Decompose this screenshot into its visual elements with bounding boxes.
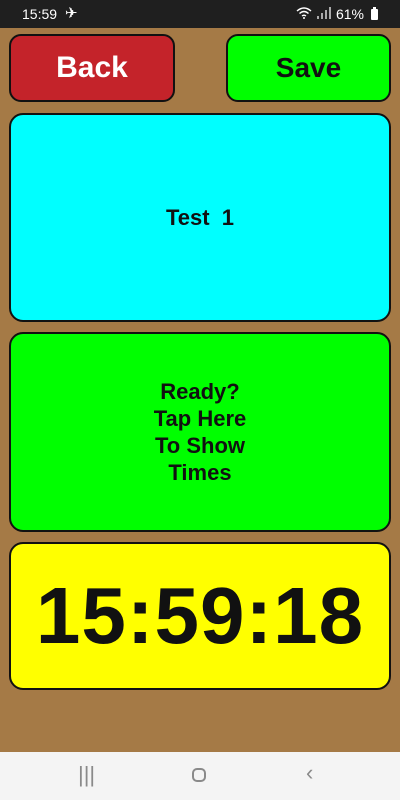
- test-panel[interactable]: Test 1: [9, 113, 391, 322]
- battery-icon: [371, 6, 378, 20]
- wifi-icon: [296, 6, 312, 22]
- navigation-bar: ||| ‹: [0, 752, 400, 800]
- show-times-button[interactable]: Ready? Tap Here To Show Times: [9, 332, 391, 532]
- status-time: 15:59: [22, 6, 58, 22]
- battery-percentage: 61%: [335, 6, 364, 22]
- back-button[interactable]: Back: [9, 34, 175, 102]
- back-button-label: Back: [56, 51, 128, 84]
- status-indicators: 61%: [296, 6, 378, 22]
- home-icon[interactable]: [192, 768, 206, 782]
- clock-time: 15:59:18: [35, 571, 365, 660]
- signal-icon: [316, 6, 331, 22]
- airplane-icon: ✈: [65, 5, 78, 22]
- back-icon[interactable]: ‹: [306, 760, 313, 786]
- status-bar: 15:59 ✈ 61%: [0, 0, 400, 28]
- recent-apps-icon[interactable]: |||: [78, 762, 95, 788]
- ready-label: Ready? Tap Here To Show Times: [153, 379, 247, 485]
- test-label: Test 1: [165, 204, 235, 230]
- save-button[interactable]: Save: [226, 34, 391, 102]
- save-button-label: Save: [275, 52, 342, 83]
- clock-display: 15:59:18: [9, 542, 391, 690]
